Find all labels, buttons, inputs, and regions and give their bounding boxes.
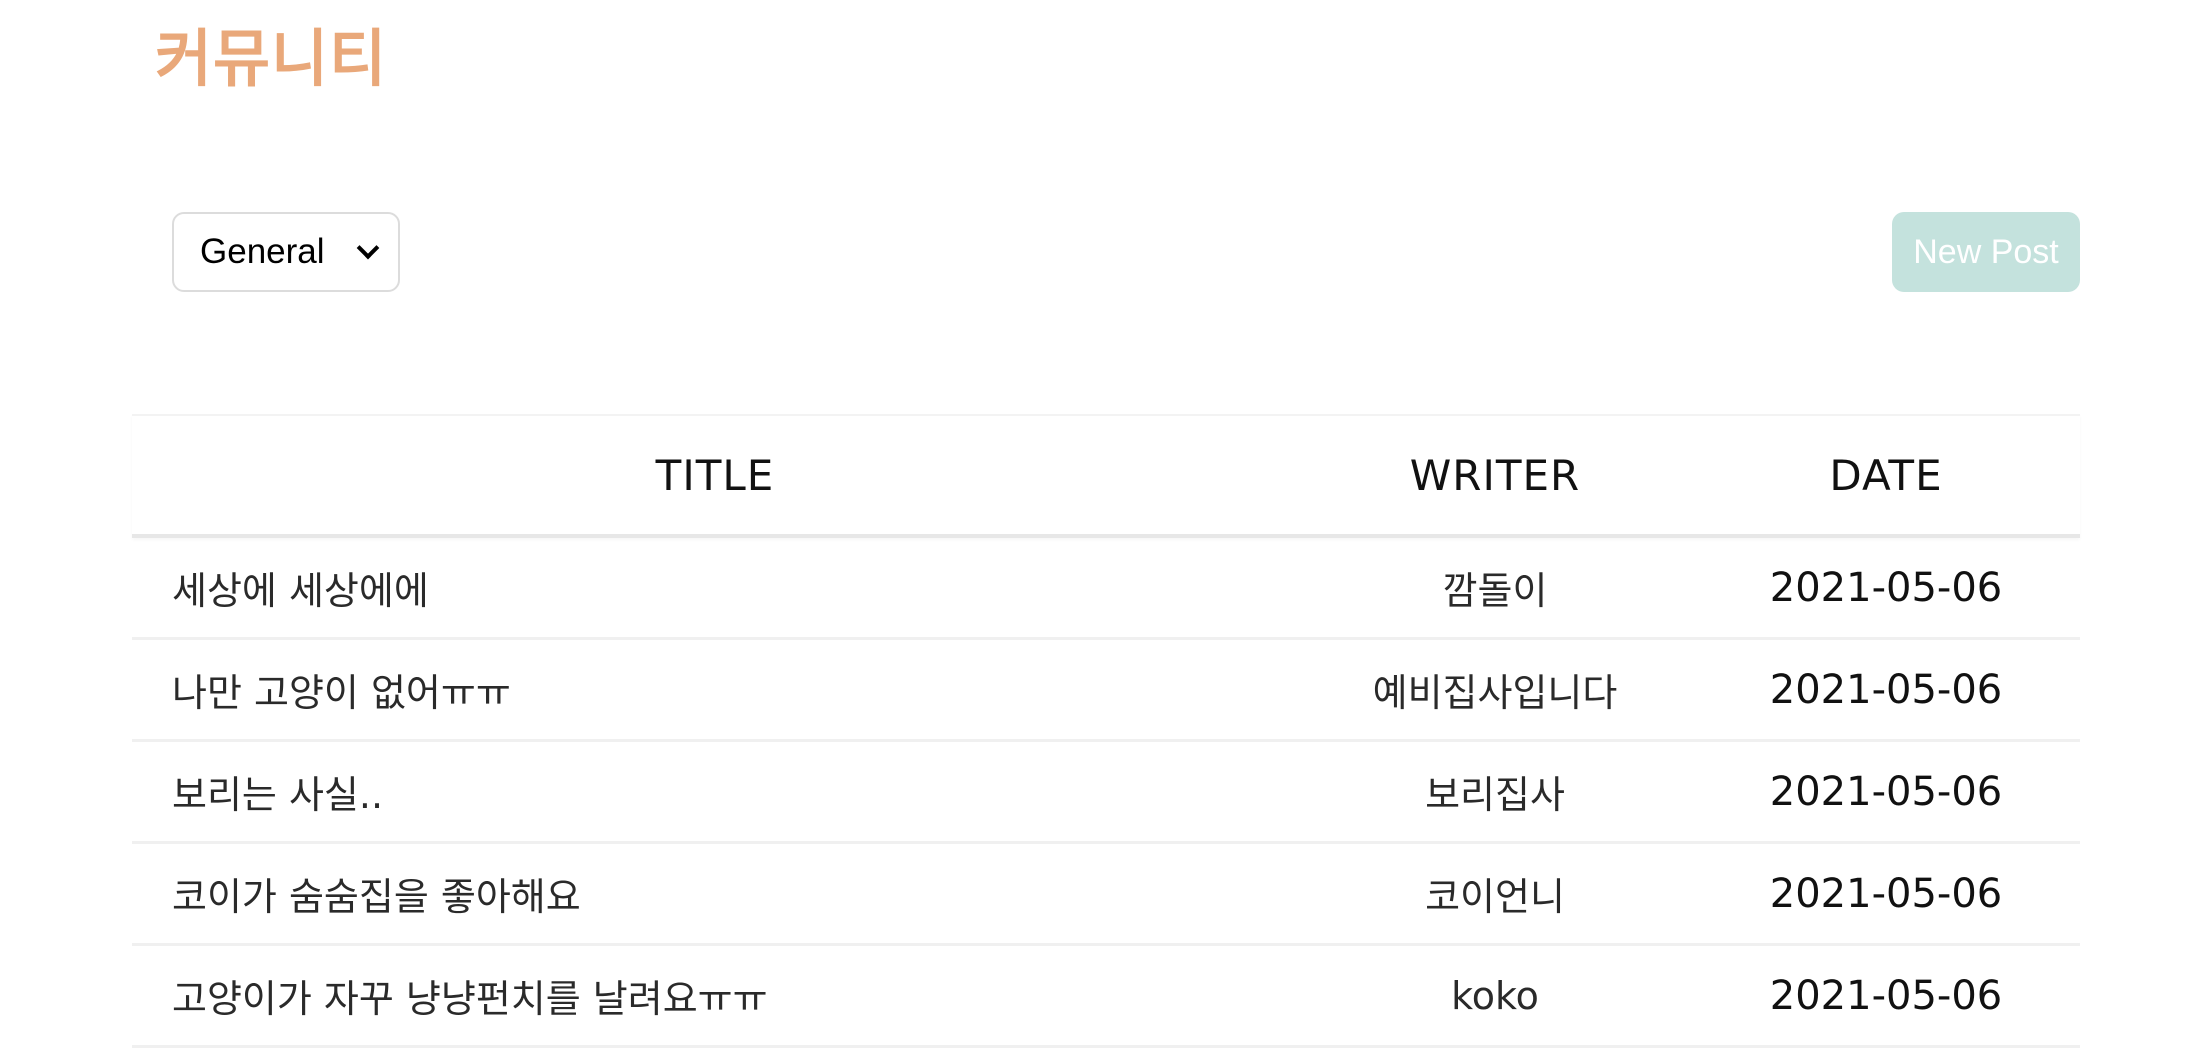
table-row[interactable]: 나만 고양이 없어ㅠㅠ 예비집사입니다 2021-05-06 bbox=[132, 640, 2080, 742]
post-writer: 깜돌이 bbox=[1442, 569, 1548, 613]
page-title: 커뮤니티 bbox=[155, 22, 388, 95]
post-date: 2021-05-06 bbox=[1769, 666, 2003, 713]
post-writer-cell: 보리집사 bbox=[1298, 764, 1692, 819]
post-writer-cell: 깜돌이 bbox=[1298, 560, 1692, 615]
post-title-cell[interactable]: 코이가 숨숨집을 좋아해요 bbox=[132, 866, 1298, 921]
post-writer: 예비집사입니다 bbox=[1372, 671, 1618, 715]
category-selected-value: General bbox=[200, 232, 325, 271]
post-table: TITLE WRITER DATE 세상에 세상에에 깜돌이 2021-05-0… bbox=[132, 414, 2080, 1048]
header-date: DATE bbox=[1829, 450, 1943, 500]
post-writer-cell: 코이언니 bbox=[1298, 866, 1692, 921]
new-post-button[interactable]: New Post bbox=[1892, 212, 2080, 292]
post-writer: 코이언니 bbox=[1425, 875, 1565, 919]
post-title-cell[interactable]: 나만 고양이 없어ㅠㅠ bbox=[132, 662, 1298, 717]
post-title[interactable]: 보리는 사실.. bbox=[172, 773, 383, 817]
table-row[interactable]: 코이가 숨숨집을 좋아해요 코이언니 2021-05-06 bbox=[132, 844, 2080, 946]
post-date: 2021-05-06 bbox=[1769, 564, 2003, 611]
post-writer: 보리집사 bbox=[1425, 773, 1565, 817]
post-title-cell[interactable]: 고양이가 자꾸 냥냥펀치를 날려요ㅠㅠ bbox=[132, 968, 1298, 1023]
chevron-down-icon bbox=[356, 236, 380, 260]
post-writer-cell: 예비집사입니다 bbox=[1298, 662, 1692, 717]
post-date: 2021-05-06 bbox=[1769, 972, 2003, 1019]
post-writer: koko bbox=[1451, 973, 1539, 1018]
post-title[interactable]: 고양이가 자꾸 냥냥펀치를 날려요ㅠㅠ bbox=[172, 977, 768, 1021]
header-writer: WRITER bbox=[1409, 450, 1581, 500]
table-row[interactable]: 보리는 사실.. 보리집사 2021-05-06 bbox=[132, 742, 2080, 844]
header-title: TITLE bbox=[655, 450, 775, 500]
table-header: TITLE WRITER DATE bbox=[132, 414, 2080, 538]
post-date: 2021-05-06 bbox=[1769, 870, 2003, 917]
table-row[interactable]: 세상에 세상에에 깜돌이 2021-05-06 bbox=[132, 538, 2080, 640]
post-title[interactable]: 세상에 세상에에 bbox=[172, 569, 429, 613]
post-title-cell[interactable]: 세상에 세상에에 bbox=[132, 560, 1298, 615]
post-title[interactable]: 코이가 숨숨집을 좋아해요 bbox=[172, 875, 581, 919]
category-select[interactable]: General bbox=[172, 212, 400, 292]
post-title[interactable]: 나만 고양이 없어ㅠㅠ bbox=[172, 671, 511, 715]
post-title-cell[interactable]: 보리는 사실.. bbox=[132, 764, 1298, 819]
post-writer-cell: koko bbox=[1298, 974, 1692, 1018]
table-row[interactable]: 고양이가 자꾸 냥냥펀치를 날려요ㅠㅠ koko 2021-05-06 bbox=[132, 946, 2080, 1048]
post-date: 2021-05-06 bbox=[1769, 768, 2003, 815]
